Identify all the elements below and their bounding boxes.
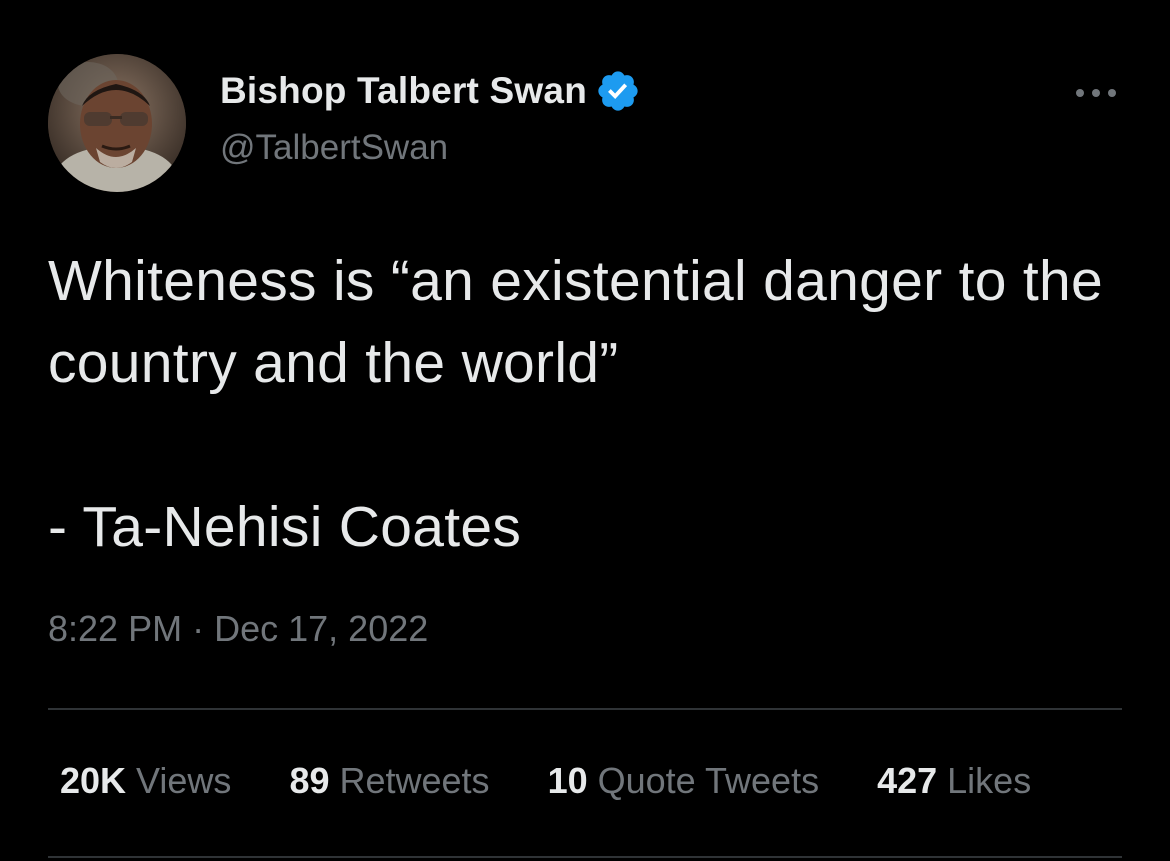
quote-tweets-label: Quote Tweets xyxy=(597,760,820,801)
tweet-text: Whiteness is “an existential danger to t… xyxy=(48,249,1103,559)
timestamp-separator: · xyxy=(192,608,205,649)
likes-count: 427 xyxy=(877,760,938,801)
divider xyxy=(48,856,1122,858)
tweet-time: 8:22 PM xyxy=(48,608,183,649)
views-stat[interactable]: 20K Views xyxy=(60,760,231,802)
likes-stat[interactable]: 427 Likes xyxy=(877,760,1031,802)
tweet-date: Dec 17, 2022 xyxy=(214,608,429,649)
likes-label: Likes xyxy=(947,760,1032,801)
retweets-stat[interactable]: 89 Retweets xyxy=(289,760,489,802)
avatar[interactable] xyxy=(48,54,186,192)
timestamp[interactable]: 8:22 PM · Dec 17, 2022 xyxy=(48,608,428,650)
views-count: 20K xyxy=(60,760,127,801)
verified-badge-icon xyxy=(595,68,641,114)
divider xyxy=(48,708,1122,710)
quote-tweets-stat[interactable]: 10 Quote Tweets xyxy=(548,760,820,802)
name-row: Bishop Talbert Swan xyxy=(220,68,641,114)
quote-tweets-count: 10 xyxy=(547,760,588,801)
tweet: Bishop Talbert Swan @TalbertSwan Whitene… xyxy=(0,0,1170,861)
author-info[interactable]: Bishop Talbert Swan @TalbertSwan xyxy=(220,68,641,168)
retweets-count: 89 xyxy=(289,760,330,801)
tweet-stats: 20K Views 89 Retweets 10 Quote Tweets 427 Li… xyxy=(60,760,1031,802)
handle[interactable]: @TalbertSwan xyxy=(220,128,641,168)
retweets-label: Retweets xyxy=(339,760,490,801)
more-horizontal-icon[interactable] xyxy=(1070,78,1122,108)
views-label: Views xyxy=(136,760,232,801)
display-name[interactable]: Bishop Talbert Swan xyxy=(220,70,587,112)
